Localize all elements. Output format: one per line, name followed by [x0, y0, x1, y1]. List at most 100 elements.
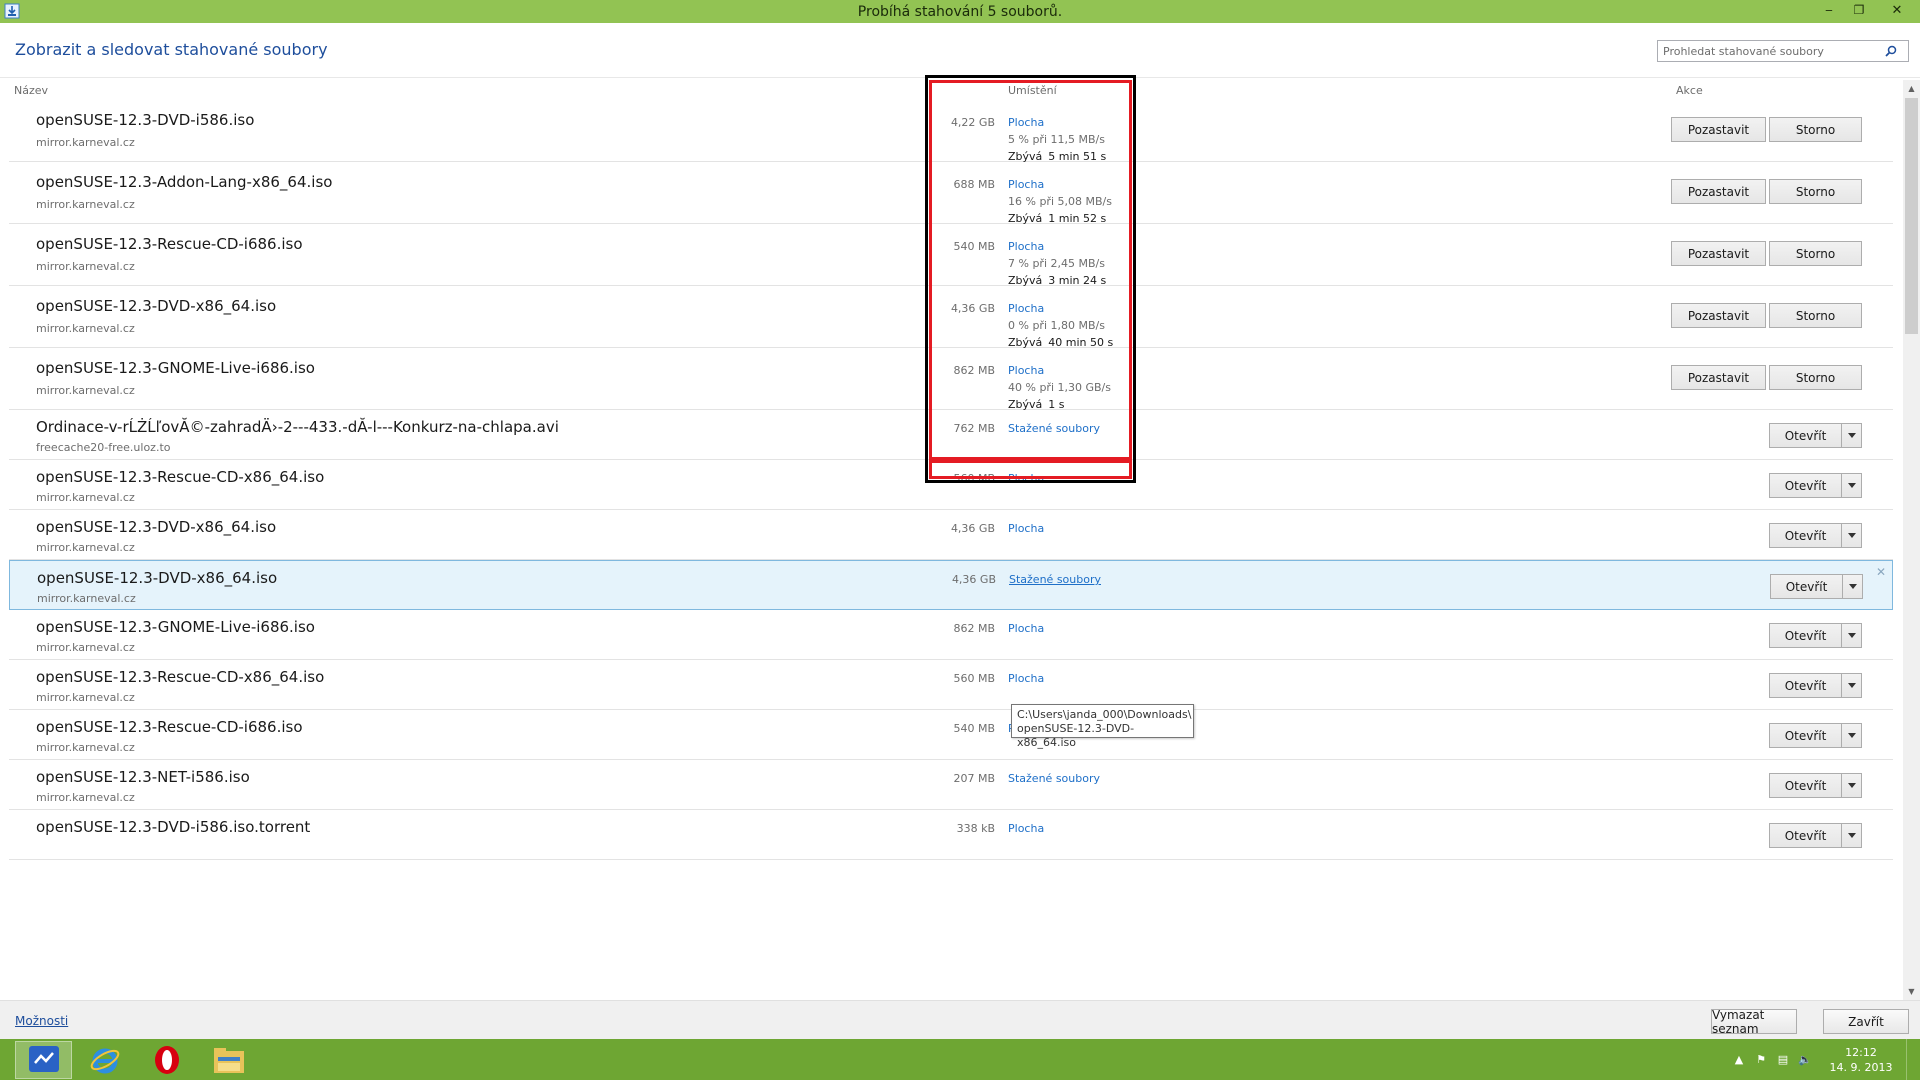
vertical-scrollbar[interactable]: ▲ ▼ — [1903, 80, 1920, 1000]
open-menu-arrow-icon[interactable] — [1842, 623, 1862, 648]
messenger-icon[interactable] — [15, 1041, 72, 1079]
location-link[interactable]: Stažené soubory — [1008, 772, 1100, 785]
cancel-button[interactable]: Storno — [1769, 241, 1862, 266]
location-link[interactable]: Plocha — [1008, 622, 1044, 635]
open-button[interactable]: Otevřít — [1769, 523, 1842, 548]
restore-button[interactable]: ❐ — [1844, 0, 1874, 20]
location-link[interactable]: Plocha — [1008, 822, 1044, 835]
open-menu-arrow-icon[interactable] — [1842, 473, 1862, 498]
close-window-button[interactable]: ✕ — [1874, 0, 1920, 20]
open-button[interactable]: Otevřít — [1769, 773, 1842, 798]
open-menu-arrow-icon[interactable] — [1842, 823, 1862, 848]
window-title: Probíhá stahování 5 souborů. — [857, 3, 1063, 20]
download-row-completed[interactable]: Ordinace-v-rĹŻĹľovĂ©-zahradÄ›-2---433.-d… — [9, 410, 1893, 460]
open-button[interactable]: Otevřít — [1769, 723, 1842, 748]
scroll-down-arrow-icon[interactable]: ▼ — [1903, 983, 1920, 1000]
open-split-button[interactable]: Otevřít — [1769, 423, 1862, 448]
file-source: mirror.karneval.cz — [37, 592, 136, 605]
show-hidden-icons-icon[interactable]: ▲ — [1728, 1039, 1750, 1080]
open-menu-arrow-icon[interactable] — [1842, 523, 1862, 548]
cancel-button[interactable]: Storno — [1769, 179, 1862, 204]
clock[interactable]: 12:12 14. 9. 2013 — [1816, 1045, 1906, 1075]
file-source: mirror.karneval.cz — [36, 198, 135, 211]
pause-button[interactable]: Pozastavit — [1671, 117, 1766, 142]
download-row-completed[interactable]: openSUSE-12.3-Rescue-CD-x86_64.iso mirror… — [9, 660, 1893, 710]
file-name: openSUSE-12.3-Rescue-CD-x86_64.iso — [36, 468, 325, 486]
download-row-active[interactable]: openSUSE-12.3-DVD-i586.iso mirror.karneva… — [9, 100, 1893, 163]
open-button[interactable]: Otevřít — [1769, 673, 1842, 698]
open-split-button[interactable]: Otevřít — [1769, 773, 1862, 798]
pause-button[interactable]: Pozastavit — [1671, 365, 1766, 390]
download-row-active[interactable]: openSUSE-12.3-GNOME-Live-i686.iso mirror.… — [9, 348, 1893, 411]
open-split-button[interactable]: Otevřít — [1769, 823, 1862, 848]
open-split-button[interactable]: Otevřít — [1769, 523, 1862, 548]
location-link[interactable]: Plocha — [1008, 178, 1044, 191]
column-header-location[interactable]: Umístění — [1008, 84, 1057, 97]
open-menu-arrow-icon[interactable] — [1842, 423, 1862, 448]
options-link[interactable]: Možnosti — [15, 1014, 68, 1028]
location-link[interactable]: Plocha — [1008, 472, 1044, 485]
open-split-button[interactable]: Otevřít — [1769, 723, 1862, 748]
download-row-completed[interactable]: openSUSE-12.3-Rescue-CD-x86_64.iso mirror… — [9, 460, 1893, 510]
pause-button[interactable]: Pozastavit — [1671, 241, 1766, 266]
cancel-button[interactable]: Storno — [1769, 117, 1862, 142]
location-link[interactable]: Stažené soubory — [1009, 573, 1101, 586]
location-link[interactable]: Plocha — [1008, 672, 1044, 685]
download-row-completed[interactable]: openSUSE-12.3-NET-i586.iso mirror.karneva… — [9, 760, 1893, 810]
location-link[interactable]: Plocha — [1008, 116, 1044, 129]
open-split-button[interactable]: Otevřít — [1769, 673, 1862, 698]
open-button[interactable]: Otevřít — [1769, 473, 1842, 498]
action-center-icon[interactable]: ⚑ — [1750, 1039, 1772, 1080]
column-header-name[interactable]: Název — [14, 84, 48, 97]
download-row-active[interactable]: openSUSE-12.3-Rescue-CD-i686.iso mirror.k… — [9, 224, 1893, 287]
opera-icon[interactable] — [138, 1041, 195, 1079]
download-progress: 40 % při 1,30 GB/s — [1008, 381, 1111, 394]
clock-date: 14. 9. 2013 — [1829, 1060, 1893, 1074]
show-desktop-button[interactable] — [1906, 1039, 1920, 1080]
open-button[interactable]: Otevřít — [1769, 623, 1842, 648]
open-button[interactable]: Otevřít — [1769, 823, 1842, 848]
clear-list-button[interactable]: Vymazat seznam — [1711, 1008, 1797, 1036]
volume-icon[interactable]: 🔈 — [1794, 1039, 1816, 1080]
download-row-completed[interactable]: openSUSE-12.3-DVD-x86_64.iso mirror.karne… — [9, 510, 1893, 560]
network-icon[interactable]: ▤ — [1772, 1039, 1794, 1080]
open-button[interactable]: Otevřít — [1769, 423, 1842, 448]
scroll-up-arrow-icon[interactable]: ▲ — [1903, 80, 1920, 97]
download-row-active[interactable]: openSUSE-12.3-DVD-x86_64.iso mirror.karne… — [9, 286, 1893, 349]
download-row-completed[interactable]: openSUSE-12.3-GNOME-Live-i686.iso mirror.… — [9, 610, 1893, 660]
close-button[interactable]: Zavřít — [1823, 1009, 1909, 1034]
location-link[interactable]: Plocha — [1008, 240, 1044, 253]
location-link[interactable]: Plocha — [1008, 302, 1044, 315]
open-menu-arrow-icon[interactable] — [1842, 673, 1862, 698]
open-split-button[interactable]: Otevřít — [1769, 623, 1862, 648]
open-split-button[interactable]: Otevřít — [1769, 473, 1862, 498]
open-menu-arrow-icon[interactable] — [1843, 574, 1863, 599]
remove-item-icon[interactable]: ✕ — [1876, 565, 1886, 579]
open-menu-arrow-icon[interactable] — [1842, 773, 1862, 798]
cancel-button[interactable]: Storno — [1769, 365, 1862, 390]
open-menu-arrow-icon[interactable] — [1842, 723, 1862, 748]
location-link[interactable]: Plocha — [1008, 364, 1044, 377]
file-name: openSUSE-12.3-Addon-Lang-x86_64.iso — [36, 173, 333, 191]
location-link[interactable]: Plocha — [1008, 522, 1044, 535]
pause-button[interactable]: Pozastavit — [1671, 179, 1766, 204]
pause-button[interactable]: Pozastavit — [1671, 303, 1766, 328]
search-box[interactable] — [1657, 40, 1909, 62]
internet-explorer-icon[interactable] — [76, 1041, 133, 1079]
download-row-completed[interactable]: openSUSE-12.3-Rescue-CD-i686.iso mirror.k… — [9, 710, 1893, 760]
cancel-button[interactable]: Storno — [1769, 303, 1862, 328]
minimize-button[interactable]: ‒ — [1814, 0, 1844, 20]
file-source: mirror.karneval.cz — [36, 322, 135, 335]
search-icon[interactable] — [1880, 41, 1902, 61]
open-split-button[interactable]: Otevřít — [1770, 574, 1863, 599]
open-button[interactable]: Otevřít — [1770, 574, 1843, 599]
download-row-completed[interactable]: openSUSE-12.3-DVD-i586.iso.torrent 338 kB… — [9, 810, 1893, 860]
file-size: 862 MB — [953, 364, 995, 377]
location-link[interactable]: Stažené soubory — [1008, 422, 1100, 435]
file-explorer-icon[interactable] — [200, 1041, 257, 1079]
scroll-thumb[interactable] — [1905, 98, 1918, 334]
download-row-completed[interactable]: openSUSE-12.3-DVD-x86_64.iso mirror.karne… — [9, 560, 1893, 610]
search-input[interactable] — [1658, 42, 1880, 60]
file-source: freecache20-free.uloz.to — [36, 441, 171, 454]
download-row-active[interactable]: openSUSE-12.3-Addon-Lang-x86_64.isomirro… — [9, 162, 1893, 225]
